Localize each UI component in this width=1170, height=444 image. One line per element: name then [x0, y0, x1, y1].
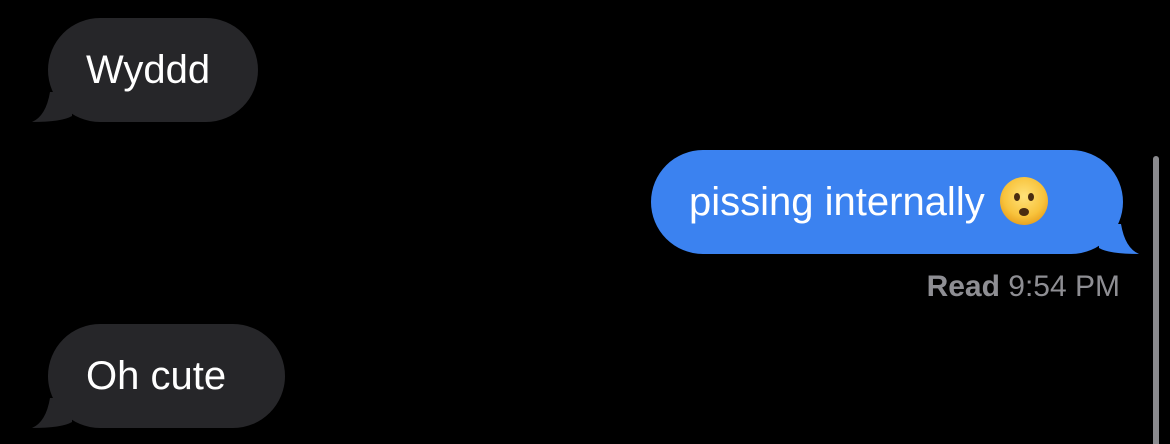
bubble-tail-icon — [1099, 224, 1139, 254]
received-message-bubble[interactable]: Wyddd — [32, 18, 258, 122]
received-message-bubble[interactable]: Oh cute — [32, 324, 285, 428]
message-text: pissing internally — [689, 180, 985, 224]
message-thread[interactable]: Wyddd pissing internally Read 9:54 PM Oh… — [0, 0, 1170, 444]
read-time: 9:54 PM — [1008, 270, 1120, 303]
scrollbar[interactable] — [1153, 156, 1159, 444]
read-receipt: Read 9:54 PM — [927, 270, 1120, 304]
message-text: Wyddd — [86, 48, 211, 92]
bubble-tail-icon — [32, 92, 72, 122]
sent-message-bubble[interactable]: pissing internally — [651, 150, 1139, 254]
frowning-face-with-open-mouth-emoji-icon — [999, 177, 1048, 226]
bubble-tail-icon — [32, 398, 72, 428]
message-text: Oh cute — [86, 354, 227, 398]
read-label: Read — [926, 270, 1000, 303]
